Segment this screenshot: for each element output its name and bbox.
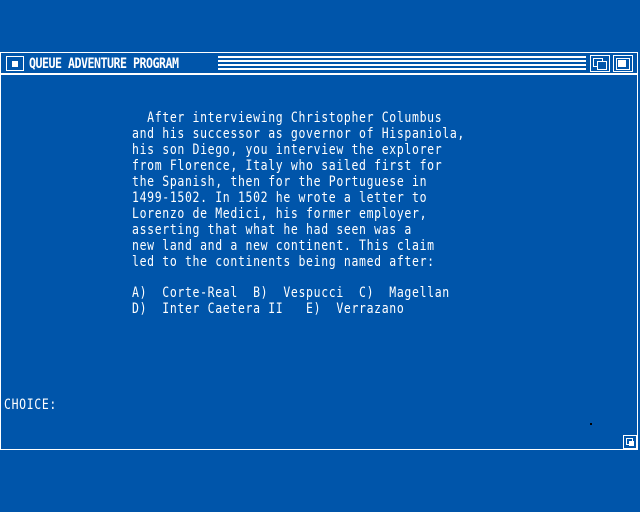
answer-options: A) Corte-Real B) Vespucci C) Magellan D)… <box>132 285 450 317</box>
app-window: QUEUE ADVENTURE PROGRAM After interviewi… <box>0 52 638 450</box>
cursor-dot <box>590 423 592 425</box>
choice-prompt[interactable]: CHOICE: <box>4 397 57 413</box>
question-passage: After interviewing Christopher Columbus … <box>132 110 465 270</box>
title-bar[interactable]: QUEUE ADVENTURE PROGRAM <box>1 53 637 75</box>
resize-gadget-icon[interactable] <box>623 435 637 449</box>
zoom-gadget-icon[interactable] <box>613 55 633 72</box>
title-bar-drag-area[interactable] <box>218 56 586 71</box>
depth-gadget-icon[interactable] <box>590 55 610 72</box>
window-title: QUEUE ADVENTURE PROGRAM <box>29 56 179 72</box>
close-gadget-icon[interactable] <box>6 56 24 71</box>
